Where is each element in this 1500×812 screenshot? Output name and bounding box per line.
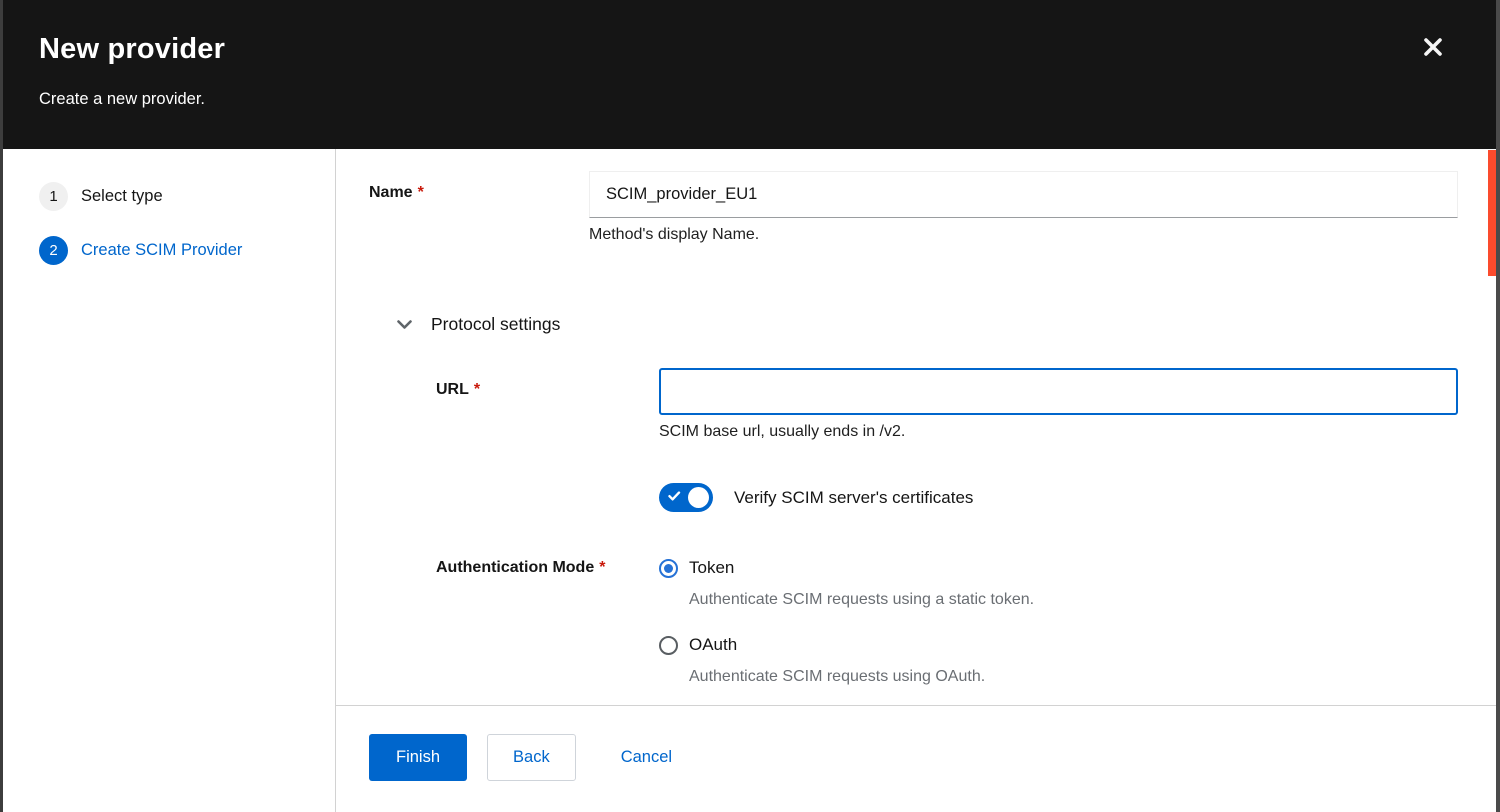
- auth-mode-option-oauth: OAuth Authenticate SCIM requests using O…: [659, 635, 1458, 686]
- provider-form: Name* Method's display Name. Protocol se…: [336, 149, 1496, 705]
- modal-header: New provider Create a new provider.: [3, 0, 1496, 149]
- step-select-type[interactable]: 1 Select type: [39, 182, 335, 211]
- wizard-main: Name* Method's display Name. Protocol se…: [336, 149, 1496, 812]
- name-label: Name*: [369, 171, 589, 202]
- close-icon: [1422, 36, 1444, 58]
- radio-selected-icon[interactable]: [659, 559, 678, 578]
- browser-scrollbar-track[interactable]: [1496, 0, 1500, 812]
- required-asterisk: *: [599, 559, 605, 576]
- wizard-steps-nav: 1 Select type 2 Create SCIM Provider: [3, 149, 336, 812]
- token-radio-label: Token: [689, 558, 734, 578]
- chevron-down-icon: [397, 320, 412, 330]
- url-help-text: SCIM base url, usually ends in /v2.: [659, 422, 1458, 441]
- protocol-settings-group: URL* SCIM base url, usually ends in /v2.: [436, 368, 1458, 705]
- modal-subtitle: Create a new provider.: [39, 90, 1496, 109]
- wizard-footer: Finish Back Cancel: [336, 705, 1496, 812]
- name-form-row: Name* Method's display Name.: [369, 171, 1458, 244]
- step-number-badge: 1: [39, 182, 68, 211]
- toggle-knob: [688, 487, 709, 508]
- token-radio-row[interactable]: Token: [659, 558, 1458, 578]
- authentication-mode-label: Authentication Mode*: [436, 558, 659, 577]
- verify-certificates-row: Verify SCIM server's certificates: [436, 483, 1458, 512]
- url-input[interactable]: [659, 368, 1458, 415]
- verify-certificates-label: Verify SCIM server's certificates: [734, 488, 973, 508]
- url-form-row: URL* SCIM base url, usually ends in /v2.: [436, 368, 1458, 441]
- radio-unselected-icon[interactable]: [659, 636, 678, 655]
- step-create-scim-provider[interactable]: 2 Create SCIM Provider: [39, 236, 335, 265]
- oauth-radio-description: Authenticate SCIM requests using OAuth.: [689, 667, 1458, 686]
- new-provider-modal: New provider Create a new provider. 1 Se…: [0, 0, 1500, 812]
- modal-title: New provider: [39, 32, 1496, 66]
- authentication-mode-row: Authentication Mode* Token Authenticate …: [436, 558, 1458, 705]
- required-asterisk: *: [418, 184, 424, 201]
- step-number-badge: 2: [39, 236, 68, 265]
- backdrop-edge-left: [0, 0, 3, 812]
- required-asterisk: *: [474, 381, 480, 398]
- check-icon: [668, 490, 681, 502]
- finish-button[interactable]: Finish: [369, 734, 467, 781]
- url-label: URL*: [436, 368, 659, 399]
- step-label: Select type: [81, 187, 163, 206]
- oauth-radio-label: OAuth: [689, 635, 737, 655]
- protocol-settings-section-header[interactable]: Protocol settings: [397, 314, 1458, 335]
- oauth-radio-row[interactable]: OAuth: [659, 635, 1458, 655]
- name-help-text: Method's display Name.: [589, 225, 1458, 244]
- auth-mode-option-token: Token Authenticate SCIM requests using a…: [659, 558, 1458, 609]
- token-radio-description: Authenticate SCIM requests using a stati…: [689, 590, 1458, 609]
- cancel-button[interactable]: Cancel: [619, 734, 674, 781]
- back-button[interactable]: Back: [487, 734, 576, 781]
- name-input[interactable]: [589, 171, 1458, 218]
- modal-body: 1 Select type 2 Create SCIM Provider Nam…: [3, 149, 1496, 812]
- verify-certificates-toggle[interactable]: [659, 483, 713, 512]
- close-button[interactable]: [1419, 33, 1447, 61]
- section-title: Protocol settings: [431, 314, 560, 335]
- step-label: Create SCIM Provider: [81, 241, 242, 260]
